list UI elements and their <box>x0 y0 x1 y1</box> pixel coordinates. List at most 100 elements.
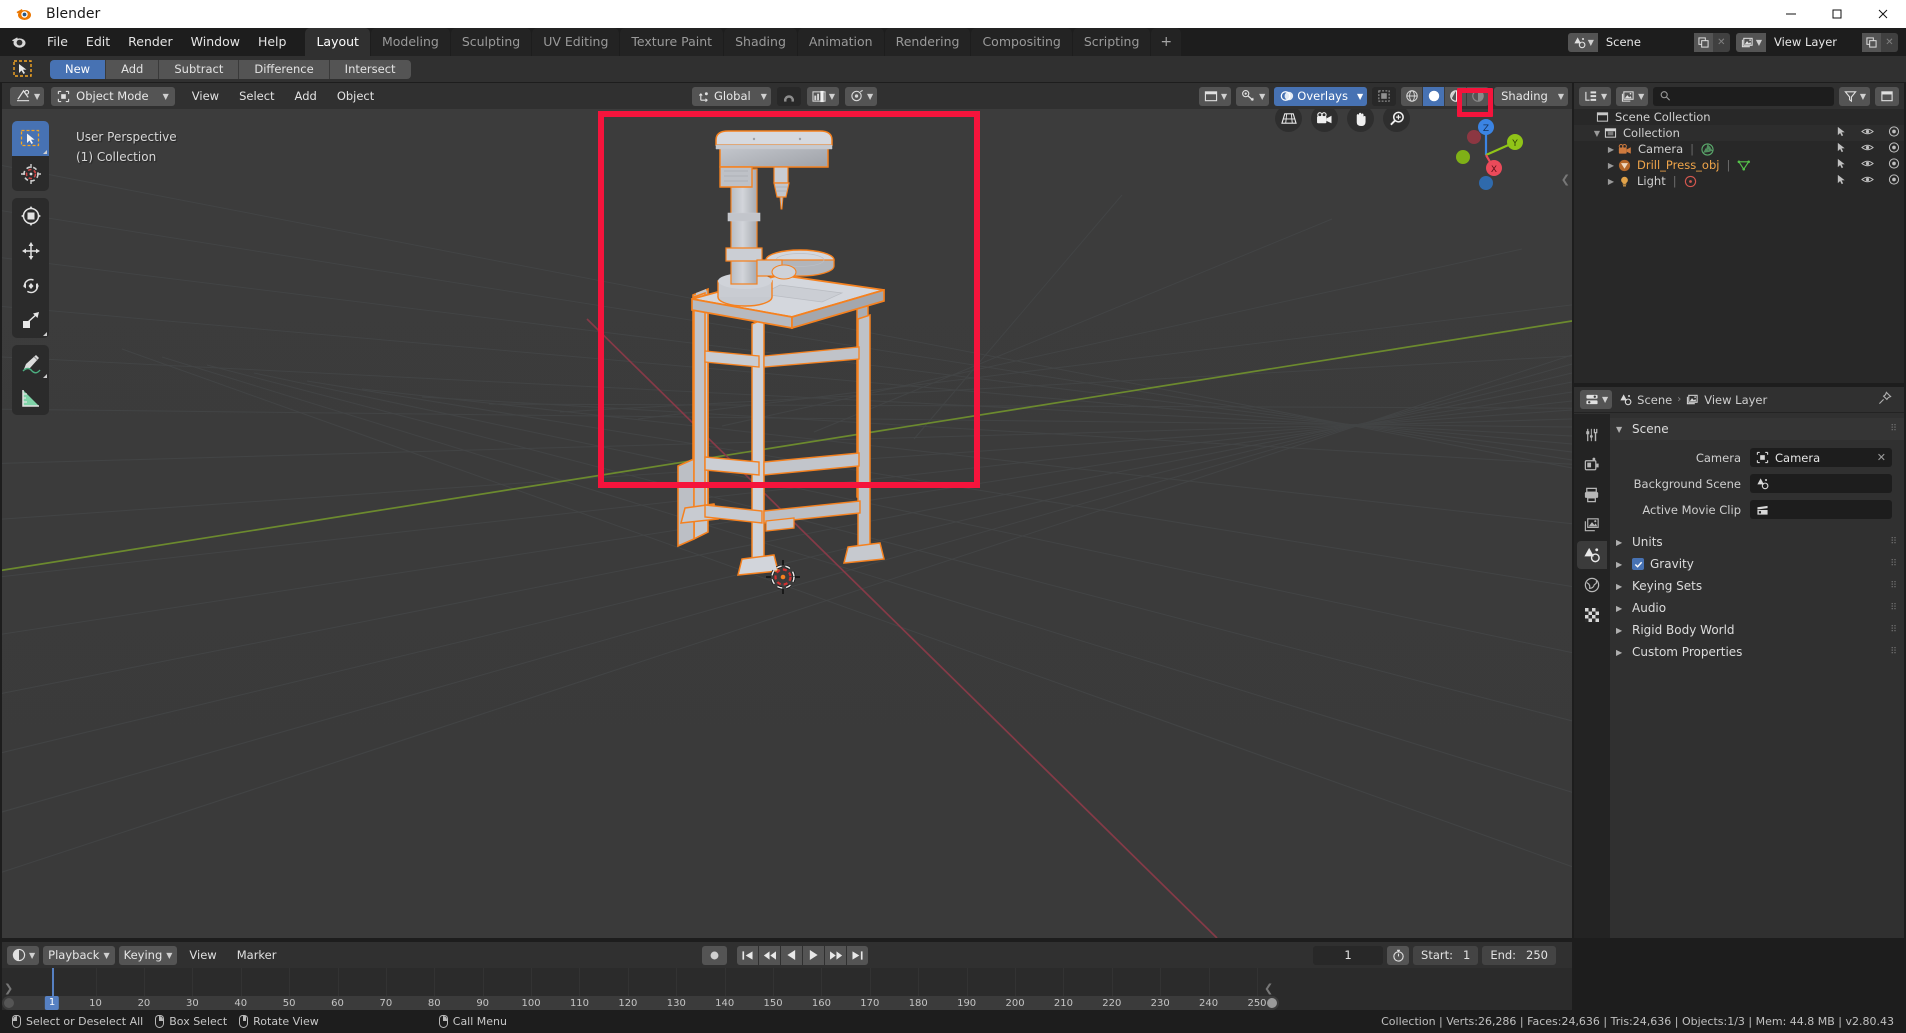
bool-add-button[interactable]: Add <box>106 60 159 79</box>
playback-dropdown[interactable]: Playback ▼ <box>43 946 114 965</box>
timeline-menu-view[interactable]: View <box>181 946 224 965</box>
eye-visibility-icon[interactable] <box>1861 126 1874 140</box>
expand-arrow[interactable]: ▼ <box>1590 129 1604 138</box>
shading-popover[interactable]: Shading ▼ <box>1494 87 1568 106</box>
bool-new-button[interactable]: New <box>50 60 106 79</box>
breadcrumb-scene[interactable]: Scene <box>1637 393 1672 407</box>
gravity-panel-header[interactable]: ▶ Gravity ⠿ <box>1610 553 1904 575</box>
viewport-menu-select[interactable]: Select <box>230 87 283 106</box>
menu-help[interactable]: Help <box>249 31 296 53</box>
drag-handle-dots[interactable]: ⠿ <box>1890 625 1898 635</box>
new-scene-button[interactable] <box>1694 33 1713 52</box>
jump-prev-keyframe-icon[interactable] <box>759 946 780 965</box>
end-frame-field[interactable]: End: 250 <box>1482 946 1556 965</box>
scene-selector[interactable]: ▼ Scene ✕ <box>1568 33 1730 52</box>
scale-tool[interactable] <box>12 303 49 338</box>
outliner-row-collection[interactable]: ▼ Collection <box>1574 125 1904 141</box>
scene-tab[interactable] <box>1577 541 1607 569</box>
cursor-tool[interactable] <box>12 156 49 191</box>
timeline-scrubbing-area[interactable]: 1020304050607080901001101201301401501601… <box>2 968 1572 1010</box>
transform-orientation-dropdown[interactable]: Global ▼ <box>692 87 771 106</box>
mesh-data-icon[interactable] <box>1737 159 1751 172</box>
scene-panel-header[interactable]: ▼ Scene ⠿ <box>1610 418 1904 440</box>
properties-editor-icon[interactable]: ▼ <box>1580 390 1612 409</box>
expand-arrow[interactable]: ▶ <box>1604 177 1618 186</box>
pan-hand-icon[interactable] <box>1347 105 1374 132</box>
camera-render-icon[interactable] <box>1888 158 1900 172</box>
timeline-menu-marker[interactable]: Marker <box>229 946 285 965</box>
bool-intersect-button[interactable]: Intersect <box>330 60 411 79</box>
selectable-arrow-icon[interactable] <box>1836 142 1847 156</box>
breadcrumb-view-layer[interactable]: View Layer <box>1704 393 1767 407</box>
selectable-arrow-icon[interactable] <box>1836 126 1847 140</box>
tab-layout[interactable]: Layout <box>305 28 370 56</box>
rotate-tool[interactable] <box>12 268 49 303</box>
menu-edit[interactable]: Edit <box>77 31 119 53</box>
view-layer-tab[interactable] <box>1577 511 1607 539</box>
scrollbar-left-handle[interactable] <box>4 998 14 1008</box>
audio-panel-header[interactable]: ▶ Audio ⠿ <box>1610 597 1904 619</box>
viewport-menu-object[interactable]: Object <box>328 87 383 106</box>
outliner-row-drill-press[interactable]: ▶ Drill_Press_obj | <box>1574 157 1904 173</box>
outliner-filter-id-icon[interactable]: ▼ <box>1616 87 1648 106</box>
viewport-menu-add[interactable]: Add <box>286 87 326 106</box>
drag-handle-dots[interactable]: ⠿ <box>1890 537 1898 547</box>
close-button[interactable] <box>1860 0 1906 28</box>
selectable-arrow-icon[interactable] <box>1836 158 1847 172</box>
tab-sculpting[interactable]: Sculpting <box>451 28 531 56</box>
timeline-editor[interactable]: ▼ Playback ▼ Keying ▼ View Marker <box>2 942 1572 1010</box>
texture-tab[interactable] <box>1577 601 1607 629</box>
drag-handle-dots[interactable]: ⠿ <box>1890 647 1898 657</box>
magnet-icon[interactable] <box>777 87 801 106</box>
drag-handle-dots[interactable]: ⠿ <box>1890 559 1898 569</box>
tab-uv-editing[interactable]: UV Editing <box>532 28 619 56</box>
jump-to-end-icon[interactable] <box>847 946 868 965</box>
play-icon[interactable] <box>803 946 824 965</box>
expand-arrow[interactable]: ▶ <box>1604 145 1618 154</box>
new-collection-icon[interactable] <box>1875 87 1899 106</box>
outliner-row-scene-collection[interactable]: Scene Collection <box>1574 109 1904 125</box>
tab-shading[interactable]: Shading <box>724 28 797 56</box>
outliner-row-light[interactable]: ▶ Light | <box>1574 173 1904 189</box>
view-grid-icon[interactable] <box>1275 105 1302 132</box>
timeline-sidebar-toggle[interactable]: ❯ <box>4 982 13 995</box>
tool-tab[interactable] <box>1577 421 1607 449</box>
editor-type-3dview-icon[interactable]: ▼ <box>10 87 44 106</box>
auto-keying-record-icon[interactable] <box>702 946 727 965</box>
menu-render[interactable]: Render <box>119 31 182 53</box>
active-movie-clip-input[interactable] <box>1750 500 1892 519</box>
units-panel-header[interactable]: ▶ Units ⠿ <box>1610 531 1904 553</box>
camera-render-icon[interactable] <box>1888 174 1900 188</box>
eye-visibility-icon[interactable] <box>1861 142 1874 156</box>
timeline-right-toggle[interactable]: ❮ <box>1264 982 1273 995</box>
tab-animation[interactable]: Animation <box>798 28 884 56</box>
drag-handle-dots[interactable]: ⠿ <box>1890 424 1898 434</box>
select-box-icon[interactable] <box>12 59 34 79</box>
outliner-editor[interactable]: ▼ ▼ <box>1574 83 1904 383</box>
outliner-row-camera[interactable]: ▶ Camera | <box>1574 141 1904 157</box>
viewport-menu-view[interactable]: View <box>183 87 228 106</box>
tab-modeling[interactable]: Modeling <box>371 28 450 56</box>
proportional-edit-dropdown[interactable]: ▼ <box>845 87 877 106</box>
timeline-ruler[interactable]: 1020304050607080901001101201301401501601… <box>2 996 1279 1010</box>
tab-scripting[interactable]: Scripting <box>1073 28 1151 56</box>
pin-icon[interactable] <box>1878 390 1892 409</box>
camera-render-icon[interactable] <box>1888 126 1900 140</box>
background-scene-input[interactable] <box>1750 474 1892 493</box>
light-data-icon[interactable] <box>1684 175 1697 188</box>
play-reverse-icon[interactable] <box>781 946 802 965</box>
properties-editor[interactable]: ▼ Scene › <box>1574 387 1904 938</box>
bool-subtract-button[interactable]: Subtract <box>159 60 239 79</box>
scrollbar-right-handle[interactable] <box>1267 998 1277 1008</box>
viewport-sidebar-toggle[interactable]: ❮ <box>1561 173 1570 186</box>
remove-viewlayer-button[interactable]: ✕ <box>1881 33 1898 52</box>
gravity-checkbox[interactable] <box>1632 558 1644 570</box>
tab-compositing[interactable]: Compositing <box>971 28 1071 56</box>
expand-arrow[interactable]: ▶ <box>1604 161 1618 170</box>
shading-wireframe-icon[interactable] <box>1401 87 1423 106</box>
zoom-magnifier-icon[interactable] <box>1383 105 1410 132</box>
camera-view-icon[interactable] <box>1311 105 1338 132</box>
xray-toggle-icon[interactable] <box>1372 87 1396 106</box>
minimize-button[interactable] <box>1768 0 1814 28</box>
funnel-filter-icon[interactable]: ▼ <box>1839 87 1870 106</box>
